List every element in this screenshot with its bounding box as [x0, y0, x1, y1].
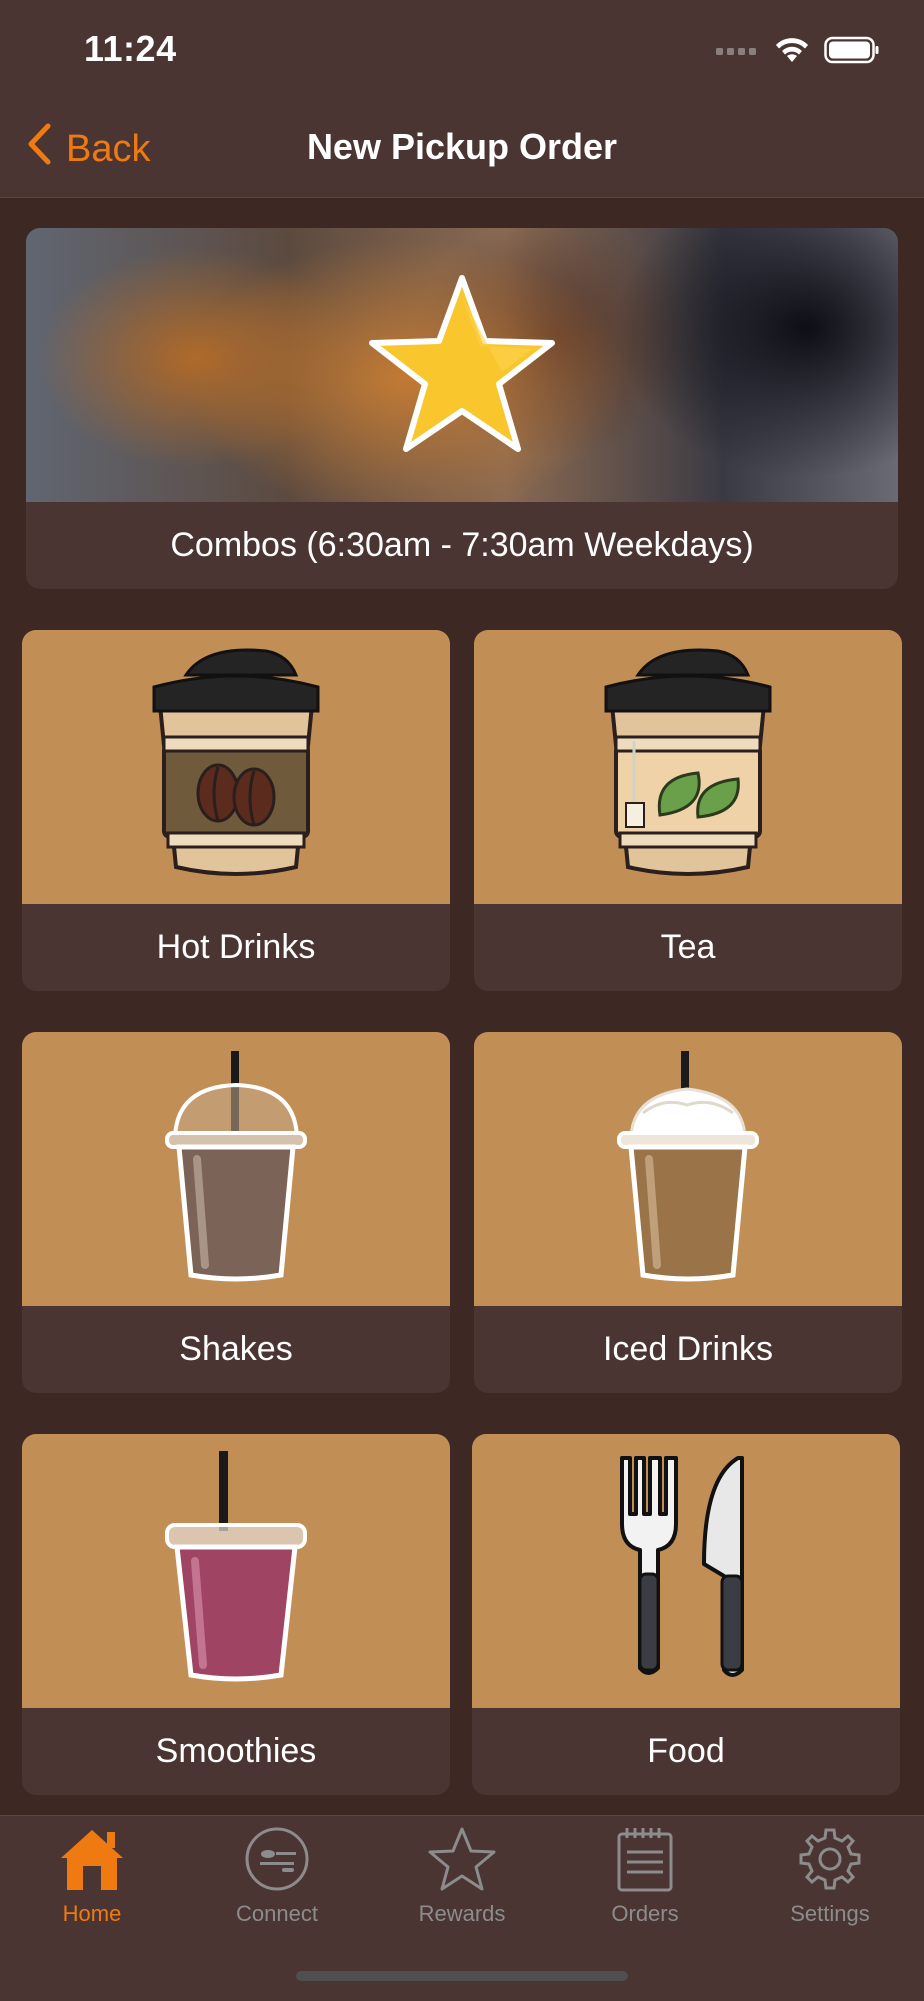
tab-label: Rewards [418, 1901, 506, 1926]
card-image [22, 1434, 450, 1708]
category-label: Shakes [179, 1330, 293, 1368]
category-label: Tea [660, 928, 716, 966]
notepad-icon [615, 1826, 675, 1897]
page-title: New Pickup Order [306, 126, 618, 167]
star-icon [427, 1826, 497, 1897]
wifi-icon [774, 36, 810, 69]
tab-label: Orders [611, 1901, 679, 1926]
card-image [474, 1032, 902, 1306]
category-card-hot-drinks[interactable]: Hot Drinks [22, 630, 450, 991]
category-label: Smoothies [155, 1732, 317, 1770]
category-label: Food [647, 1732, 725, 1770]
card-image [22, 630, 450, 904]
tab-label: Connect [236, 1901, 318, 1926]
tab-rewards[interactable]: Rewards [370, 1826, 554, 1927]
tab-settings[interactable]: Settings [738, 1826, 922, 1927]
combo-card[interactable]: Combos (6:30am - 7:30am Weekdays) [26, 228, 898, 589]
tab-label: Home [62, 1901, 122, 1926]
tab-home[interactable]: Home [0, 1826, 184, 1927]
category-card-shakes[interactable]: Shakes [22, 1032, 450, 1393]
category-card-iced-drinks[interactable]: Iced Drinks [474, 1032, 902, 1393]
card-image [22, 1032, 450, 1306]
tab-label: Settings [790, 1901, 870, 1926]
smoothie-icon [161, 1449, 311, 1694]
home-indicator [296, 1971, 628, 1981]
tab-orders[interactable]: Orders [553, 1826, 737, 1927]
card-image [474, 630, 902, 904]
connect-logo-icon [244, 1826, 310, 1897]
card-image [472, 1434, 900, 1708]
tab-connect[interactable]: Connect [185, 1826, 369, 1927]
tea-cup-icon [598, 645, 778, 890]
signal-icon [716, 44, 760, 62]
status-bar: 11:24 [0, 0, 924, 100]
category-label: Iced Drinks [602, 1330, 774, 1368]
gear-icon [797, 1826, 863, 1897]
category-card-food[interactable]: Food [472, 1434, 900, 1795]
fork-knife-icon [616, 1454, 756, 1689]
battery-icon [824, 36, 880, 69]
coffee-cup-icon [146, 645, 326, 890]
home-icon [57, 1826, 127, 1897]
navigation-bar: Back New Pickup Order [0, 100, 924, 198]
category-card-smoothies[interactable]: Smoothies [22, 1434, 450, 1795]
status-icons [716, 36, 880, 69]
iced-drink-icon [613, 1047, 763, 1292]
category-card-tea[interactable]: Tea [474, 630, 902, 991]
star-icon [362, 266, 562, 471]
combo-label: Combos (6:30am - 7:30am Weekdays) [170, 526, 754, 564]
category-label: Hot Drinks [156, 928, 316, 966]
shake-icon [161, 1047, 311, 1292]
status-time: 11:24 [84, 28, 177, 69]
